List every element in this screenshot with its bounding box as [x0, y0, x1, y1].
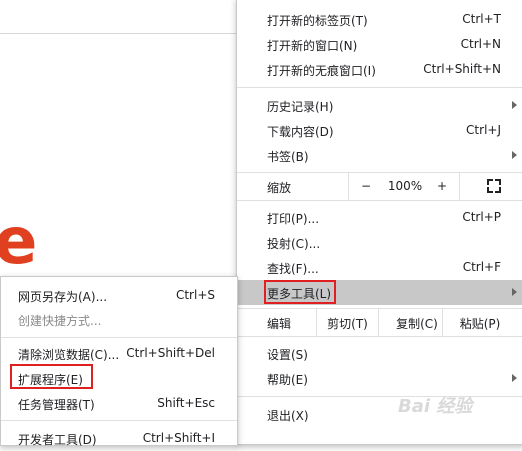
menu-item-label: 任务管理器(T) [18, 398, 95, 412]
menu-separator [237, 87, 522, 88]
annotation-highlight-box [10, 364, 93, 389]
annotation-highlight-box [264, 280, 336, 304]
page-logo-fragment: e [0, 205, 38, 279]
cut-button[interactable]: 剪切(T) [317, 315, 378, 332]
zoom-out-button[interactable]: − [359, 179, 373, 193]
menu-item-new-incognito-window[interactable]: 打开新的无痕窗口(I) Ctrl+Shift+N [237, 57, 522, 82]
edit-row: 编辑 剪切(T) 复制(C) 粘贴(P) [237, 309, 522, 336]
divider [348, 173, 349, 200]
menu-item-label: 帮助(E) [267, 373, 308, 387]
menu-separator [1, 420, 237, 421]
page-divider [0, 33, 236, 34]
menu-item-history[interactable]: 历史记录(H) [237, 93, 522, 118]
menu-item-label: 网页另存为(A)... [18, 290, 108, 304]
menu-item-label: 清除浏览数据(C)... [18, 348, 120, 362]
menu-item-label: 退出(X) [267, 409, 309, 423]
submenu-arrow-icon [512, 374, 517, 382]
paste-button[interactable]: 粘贴(P) [443, 315, 517, 332]
menu-item-cast[interactable]: 投射(C)... [237, 230, 522, 255]
menu-item-label: 投射(C)... [267, 237, 321, 251]
submenu-item-task-manager[interactable]: 任务管理器(T) Shift+Esc [1, 391, 237, 416]
zoom-label: 缩放 [267, 181, 292, 195]
shortcut-text: Ctrl+Shift+Del [126, 346, 215, 360]
menu-item-label: 下载内容(D) [267, 125, 334, 139]
zoom-row: 缩放 − 100% + [237, 173, 522, 200]
menu-item-label: 开发者工具(D) [18, 433, 97, 447]
shortcut-text: Shift+Esc [157, 396, 215, 410]
zoom-level: 100% [387, 179, 423, 193]
menu-separator [237, 336, 522, 337]
menu-item-find[interactable]: 查找(F)... Ctrl+F [237, 255, 522, 280]
menu-item-bookmarks[interactable]: 书签(B) [237, 143, 522, 168]
menu-item-new-tab[interactable]: 打开新的标签页(T) Ctrl+T [237, 7, 522, 32]
menu-item-new-window[interactable]: 打开新的窗口(N) Ctrl+N [237, 32, 522, 57]
zoom-in-button[interactable]: + [435, 179, 449, 193]
submenu-item-developer-tools[interactable]: 开发者工具(D) Ctrl+Shift+I [1, 426, 237, 451]
menu-item-label: 打印(P)... [267, 212, 320, 226]
menu-item-label: 打开新的标签页(T) [267, 14, 368, 28]
menu-item-label: 打开新的无痕窗口(I) [267, 64, 376, 78]
menu-item-downloads[interactable]: 下载内容(D) Ctrl+J [237, 118, 522, 143]
shortcut-text: Ctrl+T [462, 12, 501, 26]
browser-main-menu: 打开新的标签页(T) Ctrl+T 打开新的窗口(N) Ctrl+N 打开新的无… [236, 0, 522, 445]
menu-item-help[interactable]: 帮助(E) [237, 366, 522, 391]
shortcut-text: Ctrl+J [466, 123, 501, 137]
menu-item-exit[interactable]: 退出(X) [237, 402, 522, 427]
shortcut-text: Ctrl+P [462, 210, 501, 224]
shortcut-text: Ctrl+N [460, 37, 501, 51]
submenu-item-create-shortcut: 创建快捷方式... [1, 307, 237, 332]
watermark-logo: Bai 经验 [398, 396, 473, 417]
menu-separator [237, 396, 522, 397]
menu-separator [1, 337, 237, 338]
menu-item-label: 书签(B) [267, 150, 309, 164]
shortcut-text: Ctrl+Shift+N [423, 62, 501, 76]
divider [459, 173, 460, 200]
more-tools-submenu: 网页另存为(A)... Ctrl+S 创建快捷方式... 清除浏览数据(C)..… [0, 276, 238, 447]
menu-item-label: 创建快捷方式... [18, 314, 102, 328]
menu-item-print[interactable]: 打印(P)... Ctrl+P [237, 205, 522, 230]
menu-item-label: 打开新的窗口(N) [267, 39, 358, 53]
submenu-arrow-icon [512, 151, 517, 159]
shortcut-text: Ctrl+F [462, 260, 501, 274]
menu-separator [237, 200, 522, 201]
submenu-arrow-icon [512, 288, 517, 296]
submenu-item-clear-browsing-data[interactable]: 清除浏览数据(C)... Ctrl+Shift+Del [1, 341, 237, 366]
menu-item-label: 历史记录(H) [267, 100, 334, 114]
menu-item-label: 设置(S) [267, 348, 308, 362]
submenu-arrow-icon [512, 101, 517, 109]
shortcut-text: Ctrl+S [175, 288, 215, 302]
menu-item-settings[interactable]: 设置(S) [237, 341, 522, 366]
fullscreen-icon[interactable] [487, 179, 501, 193]
submenu-item-save-page[interactable]: 网页另存为(A)... Ctrl+S [1, 283, 237, 308]
menu-item-label: 查找(F)... [267, 262, 319, 276]
edit-label: 编辑 [267, 317, 292, 331]
